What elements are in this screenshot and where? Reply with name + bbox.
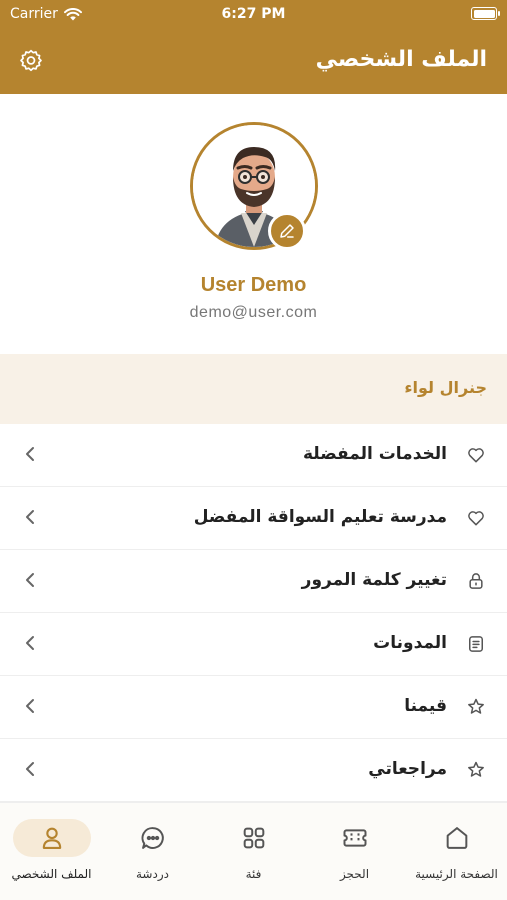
tab-home[interactable]: الصفحة الرئيسية	[406, 803, 507, 900]
tab-label: دردشة	[136, 867, 169, 881]
heart-icon	[465, 444, 487, 466]
grid-icon	[243, 827, 264, 849]
tab-category[interactable]: فئة	[203, 803, 304, 900]
chevron-left-icon	[22, 761, 38, 777]
profile-menu: الخدمات المفضلة مدرسة تعليم السواقة المف…	[0, 424, 507, 802]
section-header: جنرال لواء	[0, 354, 507, 424]
tab-profile[interactable]: الملف الشخصي	[1, 803, 102, 900]
tab-label: الحجز	[339, 867, 370, 881]
chat-icon	[141, 827, 164, 849]
home-icon	[446, 827, 467, 849]
lock-icon	[465, 570, 487, 592]
bottom-tab-bar: الصفحة الرئيسية الحجز فئة دردشة الملف ال…	[0, 802, 507, 900]
menu-item-label: مدرسة تعليم السواقة المفضل	[193, 507, 447, 527]
section-label: جنرال لواء	[404, 378, 487, 397]
menu-item-label: تغيير كلمة المرور	[301, 570, 447, 590]
menu-item-blogs[interactable]: المدونات	[0, 613, 507, 676]
heart-icon	[465, 507, 487, 529]
menu-item-label: المدونات	[373, 633, 447, 653]
ticket-icon	[343, 829, 366, 847]
settings-button[interactable]	[16, 46, 46, 76]
menu-item-my-reviews[interactable]: مراجعاتي	[0, 739, 507, 802]
gear-icon	[20, 49, 42, 72]
menu-item-label: قيمنا	[404, 696, 447, 716]
chevron-left-icon	[22, 446, 38, 462]
status-bar: Carrier 6:27 PM	[0, 0, 507, 30]
chevron-left-icon	[22, 509, 38, 525]
tab-label: الملف الشخصي	[11, 867, 92, 881]
menu-item-label: مراجعاتي	[368, 759, 447, 779]
menu-item-favorite-services[interactable]: الخدمات المفضلة	[0, 424, 507, 487]
menu-item-label: الخدمات المفضلة	[302, 444, 447, 464]
chevron-left-icon	[22, 698, 38, 714]
menu-item-favorite-driving-school[interactable]: مدرسة تعليم السواقة المفضل	[0, 487, 507, 550]
app-header: الملف الشخصي	[0, 30, 507, 94]
edit-avatar-button[interactable]	[268, 212, 306, 250]
document-icon	[465, 633, 487, 655]
tab-label: الصفحة الرئيسية	[415, 867, 498, 881]
user-email: demo@user.com	[189, 304, 318, 321]
tab-booking[interactable]: الحجز	[304, 803, 405, 900]
star-icon	[465, 759, 487, 781]
user-name: User Demo	[200, 274, 307, 296]
pencil-icon	[280, 224, 294, 238]
status-time: 6:27 PM	[221, 6, 286, 22]
tab-chat[interactable]: دردشة	[102, 803, 203, 900]
battery-icon	[471, 7, 500, 20]
profile-section: User Demo demo@user.com	[0, 94, 507, 354]
tab-label: فئة	[245, 867, 262, 881]
star-icon	[465, 696, 487, 718]
user-icon	[42, 827, 61, 849]
chevron-left-icon	[22, 572, 38, 588]
menu-item-rate-us[interactable]: قيمنا	[0, 676, 507, 739]
page-title: الملف الشخصي	[315, 47, 487, 72]
chevron-left-icon	[22, 635, 38, 651]
menu-item-change-password[interactable]: تغيير كلمة المرور	[0, 550, 507, 613]
